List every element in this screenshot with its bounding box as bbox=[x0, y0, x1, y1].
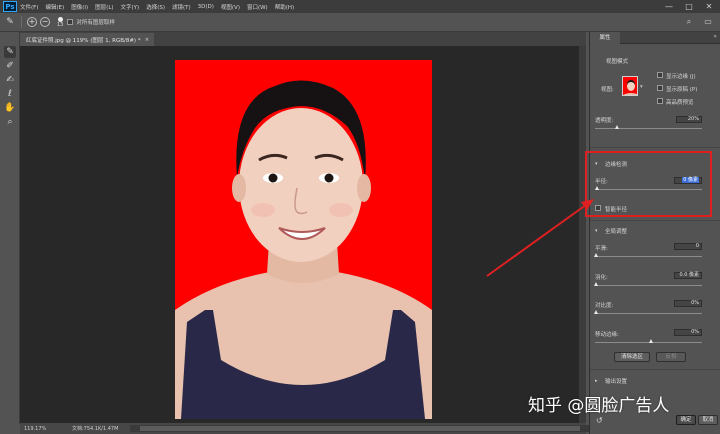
annotation-arrow-head bbox=[581, 199, 594, 210]
watermark-text: 知乎 @圆脸广告人 bbox=[528, 396, 670, 416]
annotation-arrow-layer bbox=[486, 199, 594, 277]
annotation-arrow-line bbox=[486, 201, 591, 277]
